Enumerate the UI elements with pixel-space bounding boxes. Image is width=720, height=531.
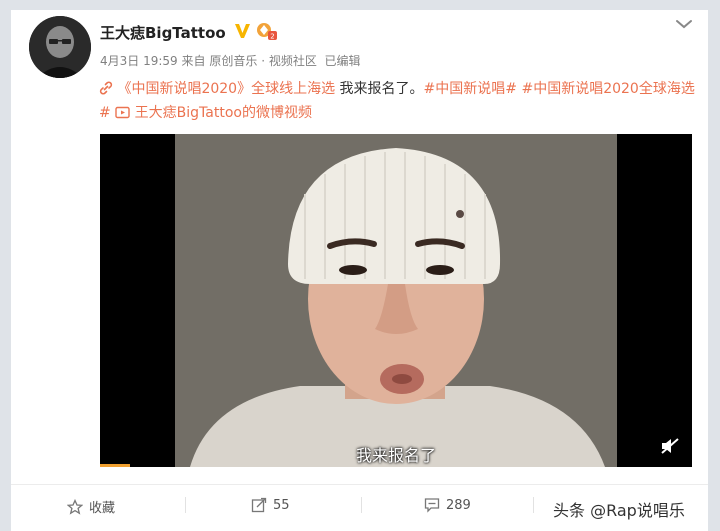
comment-button[interactable]: 289 [424,497,471,513]
source-prefix: 来自 [181,54,206,68]
video-frame [100,134,692,467]
edited-label[interactable]: 已编辑 [325,54,361,68]
avatar-image [29,16,91,78]
share-icon [251,497,267,513]
chevron-down-icon[interactable] [675,18,693,30]
video-progress-bar[interactable] [100,464,130,467]
username[interactable]: 王大痣BigTattoo [100,22,226,43]
mute-icon[interactable] [660,437,680,455]
link-icon [99,80,113,102]
video-player[interactable]: 我来报名了 [100,134,692,467]
comment-count: 289 [446,497,471,513]
post-time[interactable]: 19:59 [143,54,178,68]
comment-icon [424,498,440,513]
post-date[interactable]: 4月3日 [100,54,139,68]
fan-medal-icon[interactable]: 2 [256,21,278,41]
post-body: 我来报名了。 [335,81,424,97]
post-meta: 4月3日 19:59 来自 原创音乐 · 视频社区 已编辑 [100,52,361,69]
share-button[interactable]: 55 [251,497,290,513]
star-icon [67,498,83,515]
video-icon [115,104,130,126]
svg-text:2: 2 [270,33,274,41]
footer-divider [185,497,186,513]
favorite-label: 收藏 [89,501,116,516]
video-link[interactable]: 王大痣BigTattoo的微博视频 [135,105,312,121]
post-footer: 收藏 55 289 头条 @Rap说唱乐 [11,484,708,524]
footer-divider [361,497,362,513]
hashtag-link[interactable]: #中国新说唱# [424,81,517,97]
video-subtitle: 我来报名了 [355,446,436,465]
post-source[interactable]: 原创音乐 [209,54,257,68]
post-text: 《中国新说唱2020》全球线上海选 我来报名了。#中国新说唱# #中国新说唱20… [99,78,699,126]
verified-v-icon [235,24,250,38]
share-count: 55 [273,497,290,513]
post-category[interactable]: · 视频社区 [261,54,317,68]
source-watermark: 头条 @Rap说唱乐 [553,501,685,520]
favorite-button[interactable]: 收藏 [67,497,115,516]
topic-link[interactable]: 《中国新说唱2020》全球线上海选 [117,81,335,97]
footer-divider [533,497,534,513]
avatar[interactable] [29,16,91,78]
weibo-post-card: 王大痣BigTattoo 2 4月3日 19:59 来自 原创音乐 · 视频社区… [11,10,708,531]
